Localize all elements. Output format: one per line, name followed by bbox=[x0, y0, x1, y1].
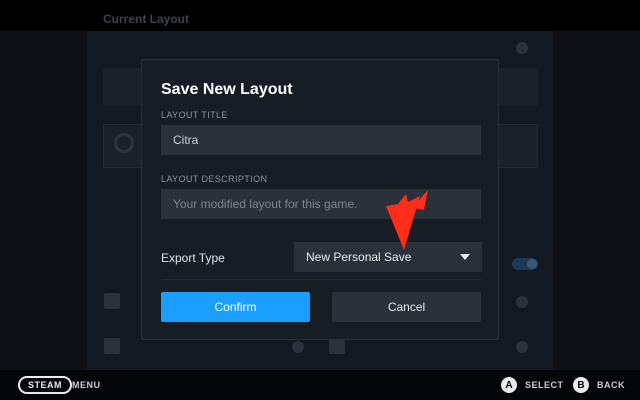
select-hint-label: SELECT bbox=[525, 380, 564, 390]
confirm-button[interactable]: Confirm bbox=[161, 292, 310, 322]
annotation-arrow-icon bbox=[386, 190, 428, 250]
export-type-label: Export Type bbox=[161, 251, 225, 265]
layout-description-input[interactable] bbox=[161, 189, 481, 219]
background-checkbox bbox=[329, 338, 345, 354]
back-hint-label: BACK bbox=[597, 380, 625, 390]
a-button-icon: A bbox=[501, 377, 517, 393]
cancel-button[interactable]: Cancel bbox=[332, 292, 481, 322]
steam-button[interactable]: STEAM bbox=[18, 376, 72, 394]
search-icon bbox=[114, 133, 134, 153]
background-checkbox bbox=[104, 338, 120, 354]
top-bar bbox=[0, 0, 640, 31]
background-toggle bbox=[512, 258, 538, 270]
background-info-icon bbox=[516, 42, 528, 54]
layout-description-label: LAYOUT DESCRIPTION bbox=[161, 174, 268, 184]
layout-title-label: LAYOUT TITLE bbox=[161, 110, 228, 120]
export-type-selected: New Personal Save bbox=[306, 250, 412, 264]
caret-down-icon bbox=[460, 254, 470, 260]
footer-hint-bar: STEAM MENU A SELECT B BACK bbox=[0, 370, 640, 400]
background-section-title: Current Layout bbox=[103, 12, 190, 26]
background-info-icon bbox=[292, 341, 304, 353]
menu-hint-label: MENU bbox=[72, 380, 101, 390]
dialog-divider bbox=[161, 279, 481, 280]
dialog-title: Save New Layout bbox=[161, 81, 293, 98]
layout-title-input[interactable] bbox=[161, 125, 481, 155]
save-layout-dialog: Save New Layout LAYOUT TITLE LAYOUT DESC… bbox=[141, 59, 499, 340]
background-info-icon bbox=[516, 341, 528, 353]
background-info-icon bbox=[516, 296, 528, 308]
b-button-icon: B bbox=[573, 377, 589, 393]
background-checkbox bbox=[104, 293, 120, 309]
